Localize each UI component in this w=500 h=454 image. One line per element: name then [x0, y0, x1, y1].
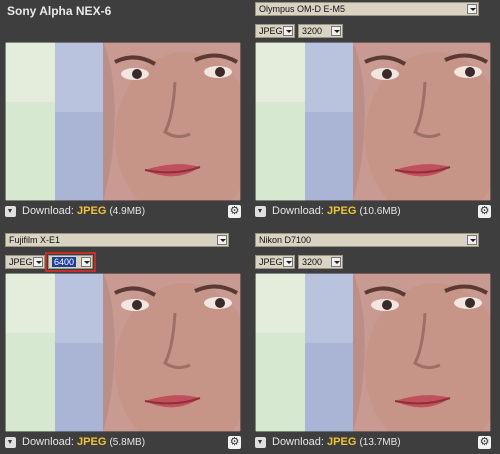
download-icon[interactable] [255, 437, 266, 448]
gear-icon[interactable]: ⚙ [478, 436, 491, 449]
file-size: (13.7MB) [359, 437, 401, 448]
download-format[interactable]: JPEG [327, 205, 356, 217]
download-bar: Download: JPEG (5.8MB) ⚙ [5, 436, 241, 452]
gear-icon[interactable]: ⚙ [228, 436, 241, 449]
dropdown-arrow-icon[interactable] [283, 257, 293, 267]
download-format[interactable]: JPEG [77, 205, 106, 217]
download-link[interactable]: Download: JPEG (13.7MB) [272, 436, 401, 448]
gear-icon[interactable]: ⚙ [478, 205, 491, 218]
download-bar: Download: JPEG (10.6MB) ⚙ [255, 205, 491, 221]
download-bar: Download: JPEG (4.9MB) ⚙ [5, 205, 241, 221]
dropdown-arrow-icon[interactable] [331, 257, 341, 267]
iso-select-value: 3200 [302, 257, 323, 267]
camera-select-value: Fujifilm X-E1 [9, 235, 61, 245]
download-bar: Download: JPEG (13.7MB) ⚙ [255, 436, 491, 452]
camera-select[interactable]: Nikon D7100 [255, 233, 479, 247]
format-select[interactable]: JPEG [5, 255, 45, 269]
sample-image[interactable] [255, 273, 491, 432]
download-format[interactable]: JPEG [327, 436, 356, 448]
download-label: Download: [22, 205, 74, 217]
file-size: (4.9MB) [109, 206, 146, 217]
dropdown-arrow-icon[interactable] [467, 235, 477, 245]
iso-select-value: 3200 [302, 26, 323, 36]
sample-image[interactable] [255, 42, 491, 201]
download-label: Download: [272, 436, 324, 448]
format-select[interactable]: JPEG [255, 255, 295, 269]
download-format[interactable]: JPEG [77, 436, 106, 448]
camera-select[interactable]: Olympus OM-D E-M5 [255, 2, 479, 16]
dropdown-arrow-icon[interactable] [283, 26, 293, 36]
sample-image[interactable] [5, 273, 241, 432]
dropdown-arrow-icon[interactable] [217, 235, 227, 245]
iso-select[interactable]: 3200 [298, 255, 343, 269]
camera-select-value: Nikon D7100 [259, 235, 312, 245]
dropdown-arrow-icon[interactable] [81, 257, 91, 267]
download-link[interactable]: Download: JPEG (10.6MB) [272, 205, 401, 217]
sample-image[interactable] [5, 42, 241, 201]
download-label: Download: [22, 436, 74, 448]
file-size: (5.8MB) [109, 437, 146, 448]
format-select-value: JPEG [259, 257, 283, 267]
dropdown-arrow-icon[interactable] [467, 4, 477, 14]
download-icon[interactable] [255, 206, 266, 217]
download-icon[interactable] [5, 206, 16, 217]
camera-select[interactable]: Fujifilm X-E1 [5, 233, 229, 247]
dropdown-arrow-icon[interactable] [331, 26, 341, 36]
iso-select[interactable]: 6400 [45, 252, 96, 272]
gear-icon[interactable]: ⚙ [228, 205, 241, 218]
dropdown-arrow-icon[interactable] [33, 257, 43, 267]
format-select[interactable]: JPEG [255, 24, 295, 38]
format-select-value: JPEG [259, 26, 283, 36]
iso-select-value: 6400 [52, 257, 77, 267]
download-icon[interactable] [5, 437, 16, 448]
download-link[interactable]: Download: JPEG (4.9MB) [22, 205, 145, 217]
format-select-value: JPEG [9, 257, 33, 267]
camera-select-value: Olympus OM-D E-M5 [259, 4, 346, 14]
file-size: (10.6MB) [359, 206, 401, 217]
download-link[interactable]: Download: JPEG (5.8MB) [22, 436, 145, 448]
iso-select[interactable]: 3200 [298, 24, 343, 38]
download-label: Download: [272, 205, 324, 217]
camera-title: Sony Alpha NEX-6 [7, 4, 112, 18]
